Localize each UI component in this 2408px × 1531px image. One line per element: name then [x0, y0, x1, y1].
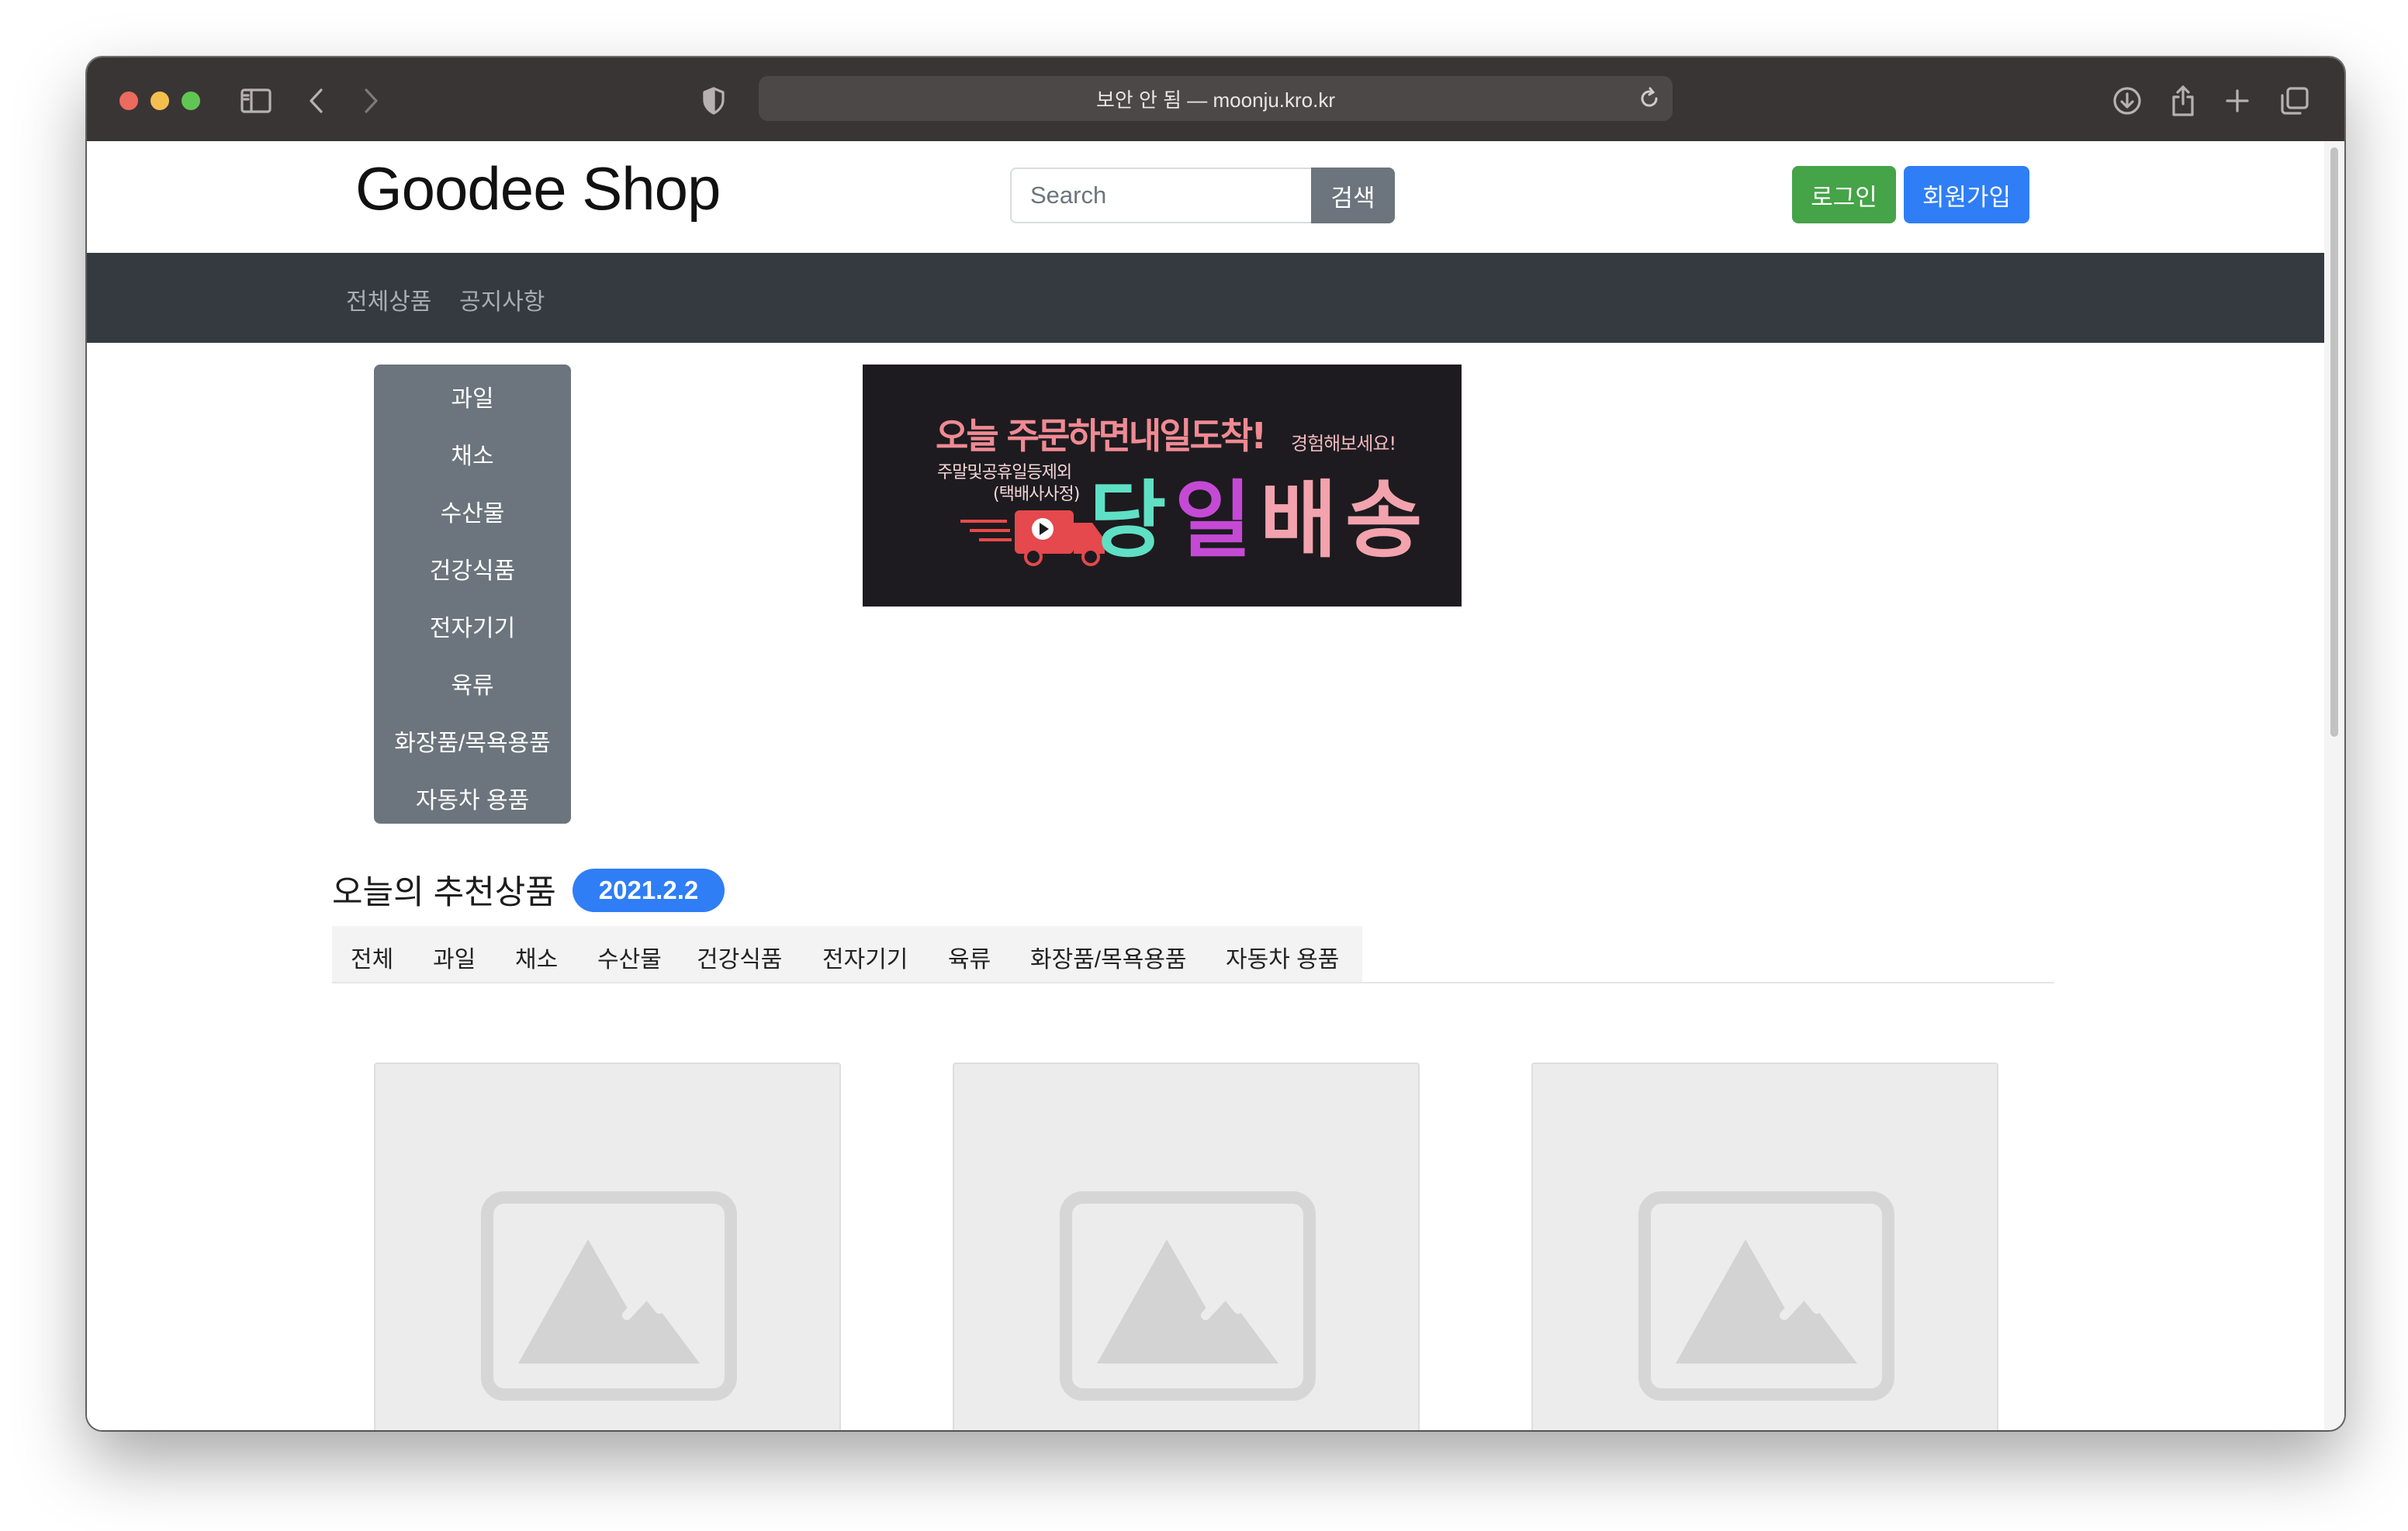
banner-main-char: 당	[1089, 472, 1166, 569]
category-list: 과일 채소 수산물 건강식품 전자기기 육류 화장품/목욕용품 자동차 용품	[374, 365, 571, 824]
reload-icon[interactable]	[1637, 86, 1662, 111]
download-icon[interactable]	[2107, 81, 2147, 121]
share-icon[interactable]	[2163, 81, 2203, 121]
tab-meat[interactable]: 육류	[948, 940, 991, 974]
same-day-delivery-banner[interactable]: 오늘 주문하면내일도착! 경험해보세요! 주말및공휴일등제외 (택배사사정) 당	[863, 365, 1462, 607]
tabs-divider	[332, 982, 2054, 983]
tab-overview-icon[interactable]	[2275, 81, 2315, 121]
tab-cosmetics[interactable]: 화장품/목욕용품	[1030, 940, 1187, 974]
image-placeholder-icon	[1060, 1191, 1316, 1401]
browser-toolbar: 보안 안 됨 — moonju.kro.kr	[87, 57, 2344, 141]
page-content: Goodee Shop 검색 로그인 회원가입 전체상품 공지사항 과일 채소 …	[87, 141, 2324, 1430]
tab-seafood[interactable]: 수산물	[597, 940, 662, 974]
scrollbar-thumb[interactable]	[2330, 147, 2338, 737]
login-button[interactable]: 로그인	[1792, 166, 1896, 223]
main-navbar: 전체상품 공지사항	[87, 253, 2324, 343]
category-item[interactable]: 전자기기	[374, 597, 571, 655]
image-placeholder-icon	[481, 1191, 737, 1401]
new-tab-icon[interactable]	[2217, 81, 2258, 121]
tab-fruit[interactable]: 과일	[433, 940, 476, 974]
recommended-title: 오늘의 추천상품	[332, 874, 556, 911]
tab-electronics[interactable]: 전자기기	[822, 940, 908, 974]
banner-headline: 오늘 주문하면내일도착!	[936, 415, 1265, 457]
signup-button[interactable]: 회원가입	[1904, 166, 2029, 223]
category-item[interactable]: 수산물	[374, 482, 571, 540]
banner-main-char: 일	[1175, 472, 1251, 569]
category-item[interactable]: 육류	[374, 655, 571, 712]
category-item[interactable]: 건강식품	[374, 540, 571, 597]
product-card[interactable]	[953, 1063, 1420, 1430]
banner-main-char: 배	[1260, 472, 1337, 569]
banner-subtext-1: 주말및공휴일등제외	[937, 463, 1071, 482]
sidebar-toggle-icon[interactable]	[236, 81, 276, 121]
nav-notices[interactable]: 공지사항	[459, 282, 545, 316]
tab-all[interactable]: 전체	[351, 940, 393, 974]
tab-health-food[interactable]: 건강식품	[697, 940, 782, 974]
search-input[interactable]	[1010, 168, 1311, 223]
tab-car-supplies[interactable]: 자동차 용품	[1226, 940, 1339, 974]
minimize-window-button[interactable]	[150, 92, 169, 110]
tab-vegetable[interactable]: 채소	[515, 940, 558, 974]
shield-icon[interactable]	[694, 81, 734, 121]
nav-all-products[interactable]: 전체상품	[346, 282, 431, 316]
banner-main-char: 송	[1345, 472, 1422, 569]
date-badge: 2021.2.2	[573, 869, 725, 912]
product-card[interactable]	[374, 1063, 841, 1430]
site-logo[interactable]: Goodee Shop	[355, 154, 721, 224]
category-item[interactable]: 화장품/목욕용품	[374, 712, 571, 769]
category-item[interactable]: 과일	[374, 368, 571, 425]
browser-window: 보안 안 됨 — moonju.kro.kr Goodee Shop 검색 로그…	[87, 57, 2344, 1430]
image-placeholder-icon	[1638, 1191, 1894, 1401]
address-text: 보안 안 됨 — moonju.kro.kr	[1095, 88, 1336, 112]
banner-side-note: 경험해보세요!	[1291, 433, 1396, 454]
banner-subtext-2: (택배사사정)	[993, 485, 1079, 504]
delivery-truck-icon	[960, 510, 1105, 566]
product-card[interactable]	[1531, 1063, 1998, 1430]
close-window-button[interactable]	[119, 92, 138, 110]
category-item[interactable]: 채소	[374, 425, 571, 482]
maximize-window-button[interactable]	[182, 92, 200, 110]
address-bar[interactable]: 보안 안 됨 — moonju.kro.kr	[759, 76, 1673, 121]
back-icon[interactable]	[296, 81, 337, 121]
forward-icon[interactable]	[351, 81, 391, 121]
banner-main-title: 당 일 배 송	[1089, 472, 1422, 569]
search-button[interactable]: 검색	[1311, 168, 1395, 223]
category-item[interactable]: 자동차 용품	[374, 769, 571, 827]
